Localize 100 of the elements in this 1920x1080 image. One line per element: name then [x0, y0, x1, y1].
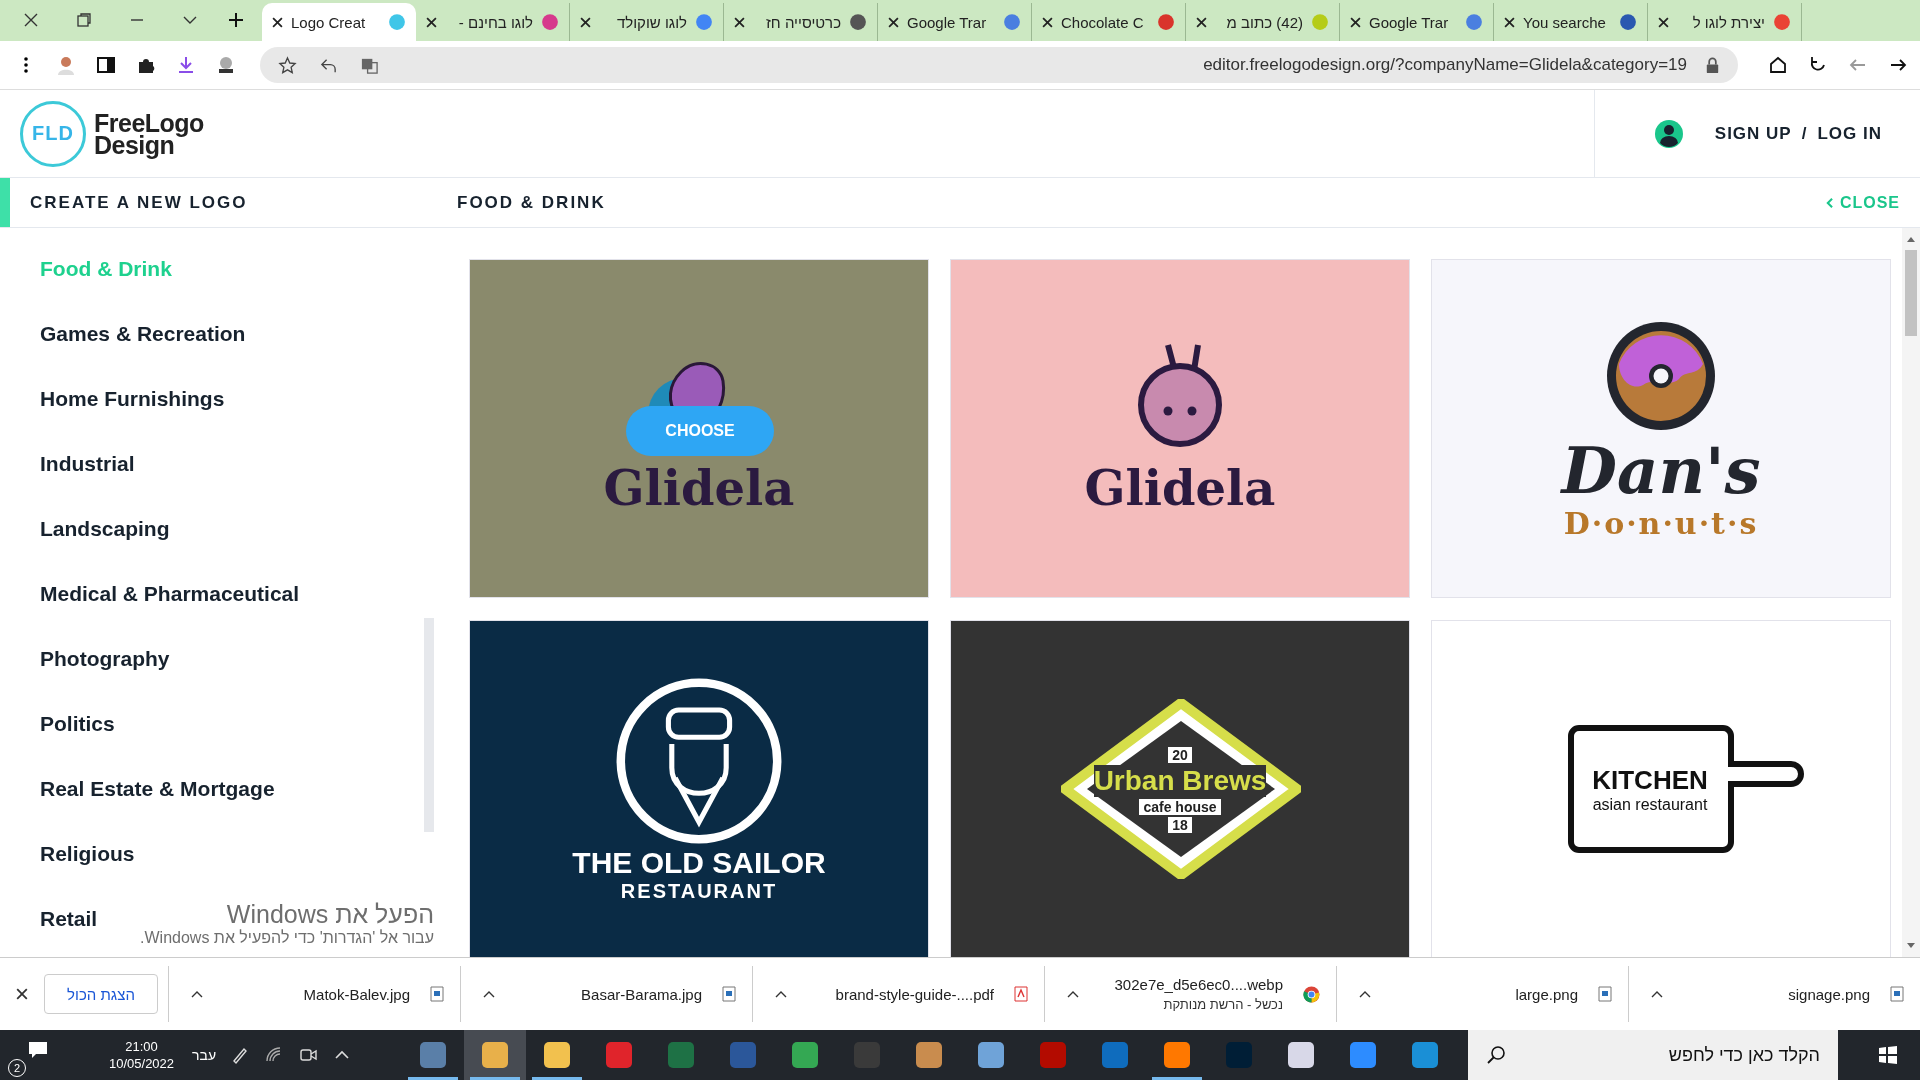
chevron-up-icon[interactable]: [191, 990, 203, 998]
logo-card[interactable]: Dan's D·o·n·u·t·s: [1431, 259, 1891, 598]
chevron-up-icon[interactable]: [483, 990, 495, 998]
file-name: signage.png: [1788, 985, 1870, 1003]
download-item[interactable]: large.png: [1336, 966, 1628, 1022]
bookmark-star-icon[interactable]: [278, 55, 297, 75]
scroll-up-icon[interactable]: [1906, 236, 1916, 242]
browser-tab[interactable]: (42) כתוב מ: [1186, 3, 1340, 41]
close-window-icon[interactable]: [23, 12, 39, 28]
chevron-up-icon[interactable]: [775, 990, 787, 998]
download-item[interactable]: signage.png: [1628, 966, 1920, 1022]
close-icon[interactable]: [1350, 16, 1361, 28]
image-file-icon: [430, 986, 444, 1002]
app-icon: [1286, 1040, 1317, 1070]
close-icon[interactable]: [1504, 16, 1515, 28]
pdf-file-icon: [1014, 986, 1028, 1002]
close-icon[interactable]: [734, 16, 745, 28]
browser-tab[interactable]: You searche: [1494, 3, 1648, 41]
category-item[interactable]: Industrial: [0, 431, 135, 496]
chevron-up-icon[interactable]: [1651, 990, 1663, 998]
logo-card[interactable]: THE OLD SAILOR RESTAURANT: [469, 620, 929, 957]
close-icon[interactable]: [272, 16, 283, 28]
scroll-down-icon[interactable]: [1906, 943, 1916, 949]
close-icon[interactable]: [426, 16, 437, 28]
app-icon: [604, 1040, 635, 1070]
category-item[interactable]: Games & Recreation: [0, 301, 246, 366]
browser-tab[interactable]: כרטיסייה חז: [724, 3, 878, 41]
windows-start-icon[interactable]: [1878, 1045, 1898, 1065]
download-item[interactable]: Basar-Barama.jpg: [460, 966, 752, 1022]
file-name: brand-style-guide-....pdf: [835, 985, 994, 1003]
new-tab-icon[interactable]: [228, 12, 244, 28]
side-panel-icon[interactable]: [96, 55, 116, 75]
site-icon: [1619, 13, 1637, 31]
show-all-button[interactable]: הצגת הכול: [44, 974, 158, 1014]
restore-window-icon[interactable]: [76, 12, 92, 28]
chevron-up-icon[interactable]: [1359, 990, 1371, 998]
app-icon: [728, 1040, 759, 1070]
app-icon: [418, 1040, 449, 1070]
close-icon[interactable]: [888, 16, 899, 28]
download-icon[interactable]: [176, 55, 196, 75]
browser-tab[interactable]: Chocolate C: [1032, 3, 1186, 41]
logo-card[interactable]: 20 Urban Brews cafe house 18: [950, 620, 1410, 957]
log-in-link[interactable]: LOG IN: [1817, 123, 1882, 144]
close-icon[interactable]: [1196, 16, 1207, 28]
category-item[interactable]: Medical & Pharmaceutical: [0, 561, 300, 626]
category-item[interactable]: Real Estate & Mortgage: [0, 756, 275, 821]
app-icon: [914, 1040, 945, 1070]
category-title: FOOD & DRINK: [457, 192, 607, 213]
clock[interactable]: 21:00 10/05/2022: [109, 1039, 175, 1071]
download-item[interactable]: Matok-Balev.jpg: [168, 966, 460, 1022]
taskbar-app[interactable]: [464, 1030, 527, 1080]
accent-bar: [0, 178, 10, 227]
address-bar[interactable]: editor.freelogodesign.org/?companyName=Glidela&category=19: [260, 47, 1738, 83]
file-name: 302e7e_d5e6ec0....webp: [1114, 976, 1283, 993]
language-indicator[interactable]: עבר: [192, 1047, 217, 1063]
category-item[interactable]: Photography: [0, 626, 170, 691]
notifications-icon[interactable]: [28, 1041, 48, 1059]
logo-text: THE OLD SAILOR: [572, 846, 826, 880]
category-item[interactable]: Religious: [0, 821, 135, 886]
taskbar-search-field[interactable]: הקלד כאן כדי לחפש: [1468, 1030, 1838, 1080]
home-icon[interactable]: [1768, 55, 1788, 75]
logo-card[interactable]: KITCHEN asian restaurant: [1431, 620, 1891, 957]
category-item[interactable]: Home Furnishings: [0, 366, 225, 431]
logo-text: asian restaurant: [1592, 796, 1708, 814]
close-icon[interactable]: [580, 16, 591, 28]
app-icon: [1224, 1040, 1255, 1070]
chevron-up-icon[interactable]: [1067, 990, 1079, 998]
logo-text: Urban Brews: [1093, 764, 1267, 797]
notification-count: 2: [8, 1059, 26, 1077]
browser-tab[interactable]: Google Trar: [878, 3, 1032, 41]
browser-tab[interactable]: Google Trar: [1340, 3, 1494, 41]
browser-tab[interactable]: יצירת לוגו ל: [1648, 3, 1802, 41]
page-title: CREATE A NEW LOGO: [30, 192, 249, 213]
scrollbar-thumb[interactable]: [1905, 250, 1917, 336]
logo-card[interactable]: Glidela: [950, 259, 1410, 598]
logo-text: Glidela: [1084, 462, 1276, 515]
image-file-icon: [722, 986, 736, 1002]
scrollbar-thumb[interactable]: [424, 618, 434, 832]
logo-text: KITCHEN: [1592, 765, 1708, 796]
sign-up-link[interactable]: SIGN UP: [1714, 123, 1792, 144]
user-icon[interactable]: [1654, 119, 1683, 148]
profile-avatar-icon[interactable]: [56, 55, 76, 75]
category-item[interactable]: Politics: [0, 691, 115, 756]
app-icon: [542, 1040, 573, 1070]
download-item[interactable]: brand-style-guide-....pdf: [752, 966, 1044, 1022]
site-icon: [388, 13, 406, 31]
close-icon[interactable]: [1658, 16, 1669, 28]
browser-tab[interactable]: לוגו בחינם -: [416, 3, 570, 41]
logo-card[interactable]: CHOOSE Glidela: [469, 259, 929, 598]
category-item[interactable]: Landscaping: [0, 496, 170, 561]
close-icon[interactable]: [1042, 16, 1053, 28]
url-text[interactable]: editor.freelogodesign.org/?companyName=Glidela&category=19: [401, 55, 1687, 75]
logo-text: RESTAURANT: [620, 880, 778, 903]
browser-tab[interactable]: לוגו שוקולד: [570, 3, 724, 41]
category-item[interactable]: Retail: [0, 886, 98, 951]
logo-text: Glidela: [603, 462, 795, 515]
browser-tab[interactable]: Logo Creat: [262, 3, 416, 41]
separator-text: /: [1801, 123, 1808, 144]
close-icon[interactable]: [16, 988, 28, 1000]
browser-icon: [1303, 985, 1320, 1003]
